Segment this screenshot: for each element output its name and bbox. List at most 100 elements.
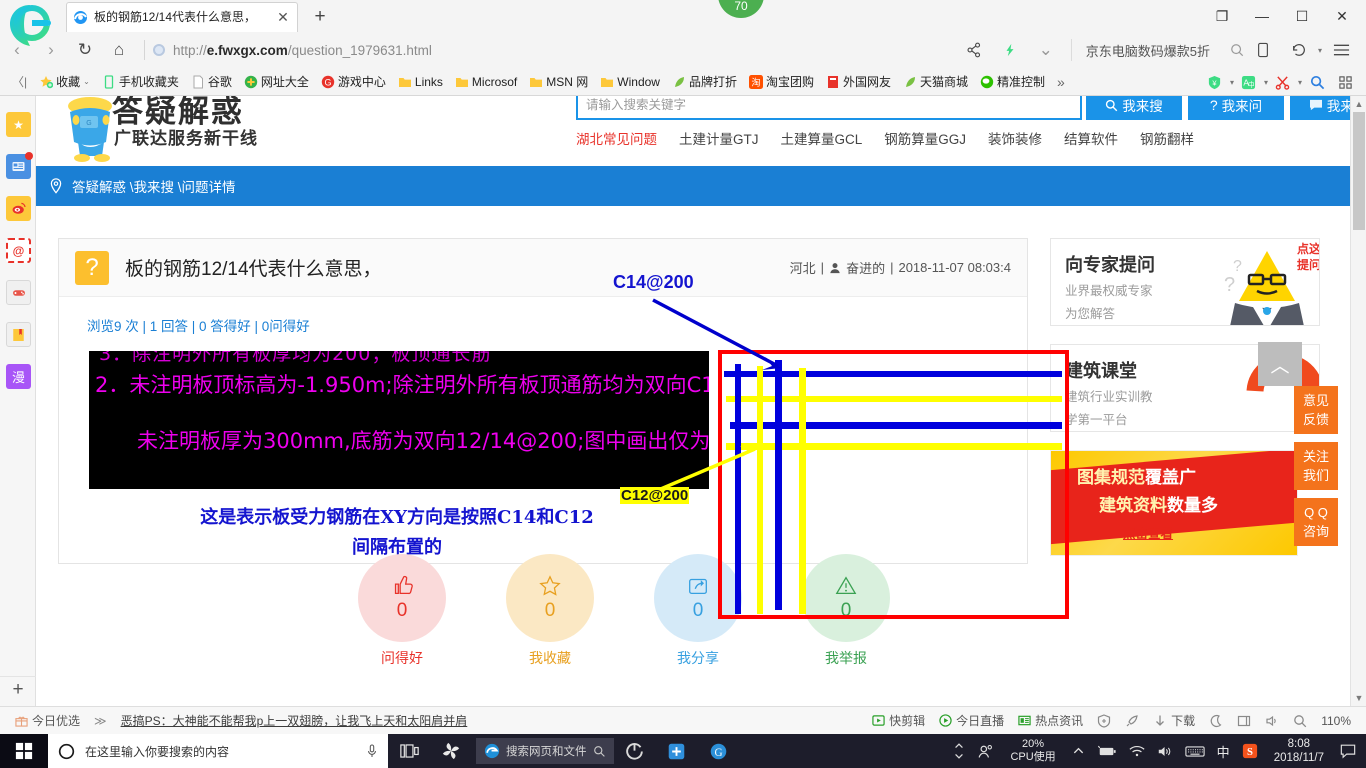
scroll-up-arrow-icon[interactable]: ▲ [1351,96,1366,112]
magnifier-icon[interactable] [1304,72,1330,92]
rail-item-news[interactable] [6,152,33,179]
mobile-view-icon[interactable] [1246,35,1280,65]
tray-notification-icon[interactable] [1334,743,1362,759]
screenshot-caret-icon[interactable]: ▾ [1298,78,1302,87]
home-button[interactable]: ⌂ [102,35,136,65]
nav-cat-6[interactable]: 钢筋翻样 [1140,128,1194,148]
bookmark-item[interactable]: G 游戏中心 [315,72,392,92]
status-today-picks[interactable]: 今日优选 [8,712,87,729]
history-icon[interactable] [1282,35,1316,65]
tray-cpu-usage[interactable]: 20% CPU使用 [1000,738,1065,764]
nav-cat-1[interactable]: 土建计量GTJ [679,128,759,148]
tray-volume-icon[interactable] [1151,745,1179,758]
taskbar-app-pinwheel[interactable] [430,734,472,768]
meta-user[interactable]: 奋进的 [846,258,885,277]
site-search-input[interactable]: 请输入搜索关键字 [576,96,1082,120]
start-button[interactable] [0,734,48,768]
status-search-icon[interactable] [1286,714,1314,728]
rail-item-favorites[interactable]: ★ [6,112,31,137]
ask-button[interactable]: ? 我来问 [1188,96,1284,120]
bookmarks-prev-button[interactable]: 〈| [6,72,33,92]
rail-item-reading[interactable] [6,322,31,347]
nav-cat-2[interactable]: 土建算量GCL [781,128,863,148]
rail-item-weibo[interactable] [6,196,31,221]
status-hot-news[interactable]: 热点资讯 [1011,712,1090,729]
action-report[interactable]: 0 我举报 [802,554,890,668]
action-good-question[interactable]: 0 问得好 [358,554,446,668]
sidebar-tab-feedback[interactable]: 意见 反馈 [1294,386,1338,434]
site-info-icon[interactable] [153,44,165,56]
omnibox-chevron-icon[interactable]: ⌄ [1029,35,1063,65]
window-restore-button[interactable]: ❐ [1202,1,1242,31]
notification-badge[interactable]: 70 [718,0,764,18]
status-moon-icon[interactable] [1202,714,1230,728]
search-magnifier-icon[interactable] [1230,43,1244,57]
url-field[interactable]: http://e.fwxgx.com/question_1979631.html [153,43,432,58]
wallet-icon[interactable]: ¥ [1202,72,1228,92]
bookmark-item[interactable]: 精准控制 [974,72,1051,92]
status-live-today[interactable]: 今日直播 [932,712,1011,729]
sidebar-tab-follow[interactable]: 关注 我们 [1294,442,1338,490]
bookmark-item[interactable]: 收藏 ⌄ [33,72,96,92]
taskbar-app-glodon[interactable]: G [698,734,740,768]
page-scrollbar[interactable]: ▲ ▼ [1350,96,1366,706]
tray-scroll-arrows[interactable] [947,737,971,765]
new-tab-button[interactable]: + [308,6,332,28]
tray-overflow-chevron-icon[interactable] [1066,745,1091,758]
bookmark-item[interactable]: 网址大全 [238,72,315,92]
rail-item-games[interactable] [6,280,31,305]
bookmark-item[interactable]: 外国网友 [820,72,897,92]
bookmark-item[interactable]: 谷歌 [185,72,238,92]
tray-ime-indicator[interactable]: 中 [1211,742,1236,761]
bookmarks-overflow-button[interactable]: » [1051,72,1071,92]
tray-sogou-icon[interactable]: S [1236,743,1264,759]
history-caret-icon[interactable]: ▾ [1318,46,1322,55]
cortana-search-box[interactable]: 在这里输入你要搜索的内容 [48,734,388,768]
rail-item-comics[interactable]: 漫 [6,364,31,389]
menu-icon[interactable] [1324,35,1358,65]
scrollbar-thumb[interactable] [1353,112,1365,230]
status-sound-icon[interactable] [1258,714,1286,728]
status-rocket-icon[interactable] [1118,714,1146,728]
nav-cat-0[interactable]: 湖北常见问题 [576,128,657,148]
action-share[interactable]: 0 我分享 [654,554,742,668]
tray-wifi-icon[interactable] [1123,745,1151,758]
browser-tab[interactable]: 板的钢筋12/14代表什么意思， ✕ [66,2,298,32]
screenshot-scissors-icon[interactable] [1270,72,1296,92]
action-favorite[interactable]: 0 我收藏 [506,554,594,668]
nav-cat-4[interactable]: 装饰装修 [988,128,1042,148]
browser-search-box[interactable]: 京东电脑数码爆款5折 [1070,39,1244,61]
tab-close-icon[interactable]: ✕ [275,9,291,26]
bookmark-item[interactable]: 品牌打折 [666,72,743,92]
rail-add-button[interactable]: + [0,676,36,702]
status-download[interactable]: 下载 [1146,712,1202,729]
share-icon[interactable] [957,35,991,65]
wallet-caret-icon[interactable]: ▾ [1230,78,1234,87]
status-expand-button[interactable]: ≫ [87,714,114,728]
answer-button[interactable]: 我来答 [1290,96,1358,120]
translate-icon[interactable]: A中 [1236,72,1262,92]
tray-keyboard-icon[interactable] [1179,745,1211,758]
reload-button[interactable]: ↻ [68,35,102,65]
nav-cat-3[interactable]: 钢筋算量GGJ [884,128,966,148]
breadcrumb-text[interactable]: 答疑解惑 \我来搜 \问题详情 [72,176,236,196]
sidebar-tab-qq[interactable]: Q Q 咨询 [1294,498,1338,546]
taskbar-app-store[interactable] [656,734,698,768]
sidebar-ad[interactable]: 图集规范覆盖广 建筑资料数量多 点击查看 [1050,450,1298,556]
status-window-icon[interactable] [1230,714,1258,728]
search-button[interactable]: 我来搜 [1086,96,1182,120]
sidebar-card-expert[interactable]: 向专家提问 业界最权威专家 为您解答 ? ? 点这 提问 [1050,238,1320,326]
apps-grid-icon[interactable] [1332,72,1358,92]
status-headline-link[interactable]: 恶搞PS：大神能不能帮我p上一双翅膀，让我飞上天和太阳肩并肩 [114,712,475,729]
lightning-icon[interactable] [993,35,1027,65]
status-quick-edit[interactable]: 快剪辑 [865,712,932,729]
bookmark-item[interactable]: Links [392,72,449,92]
status-zoom-level[interactable]: 110% [1314,714,1358,728]
window-maximize-button[interactable]: ☐ [1282,1,1322,31]
bookmark-item[interactable]: 淘 淘宝团购 [743,72,820,92]
back-to-top-button[interactable]: ︿ [1258,342,1302,386]
bookmark-item[interactable]: 手机收藏夹 [96,72,185,92]
tray-people-icon[interactable] [971,743,1000,760]
bookmark-item[interactable]: MSN 网 [523,72,594,92]
bookmark-item[interactable]: Window [594,72,666,92]
